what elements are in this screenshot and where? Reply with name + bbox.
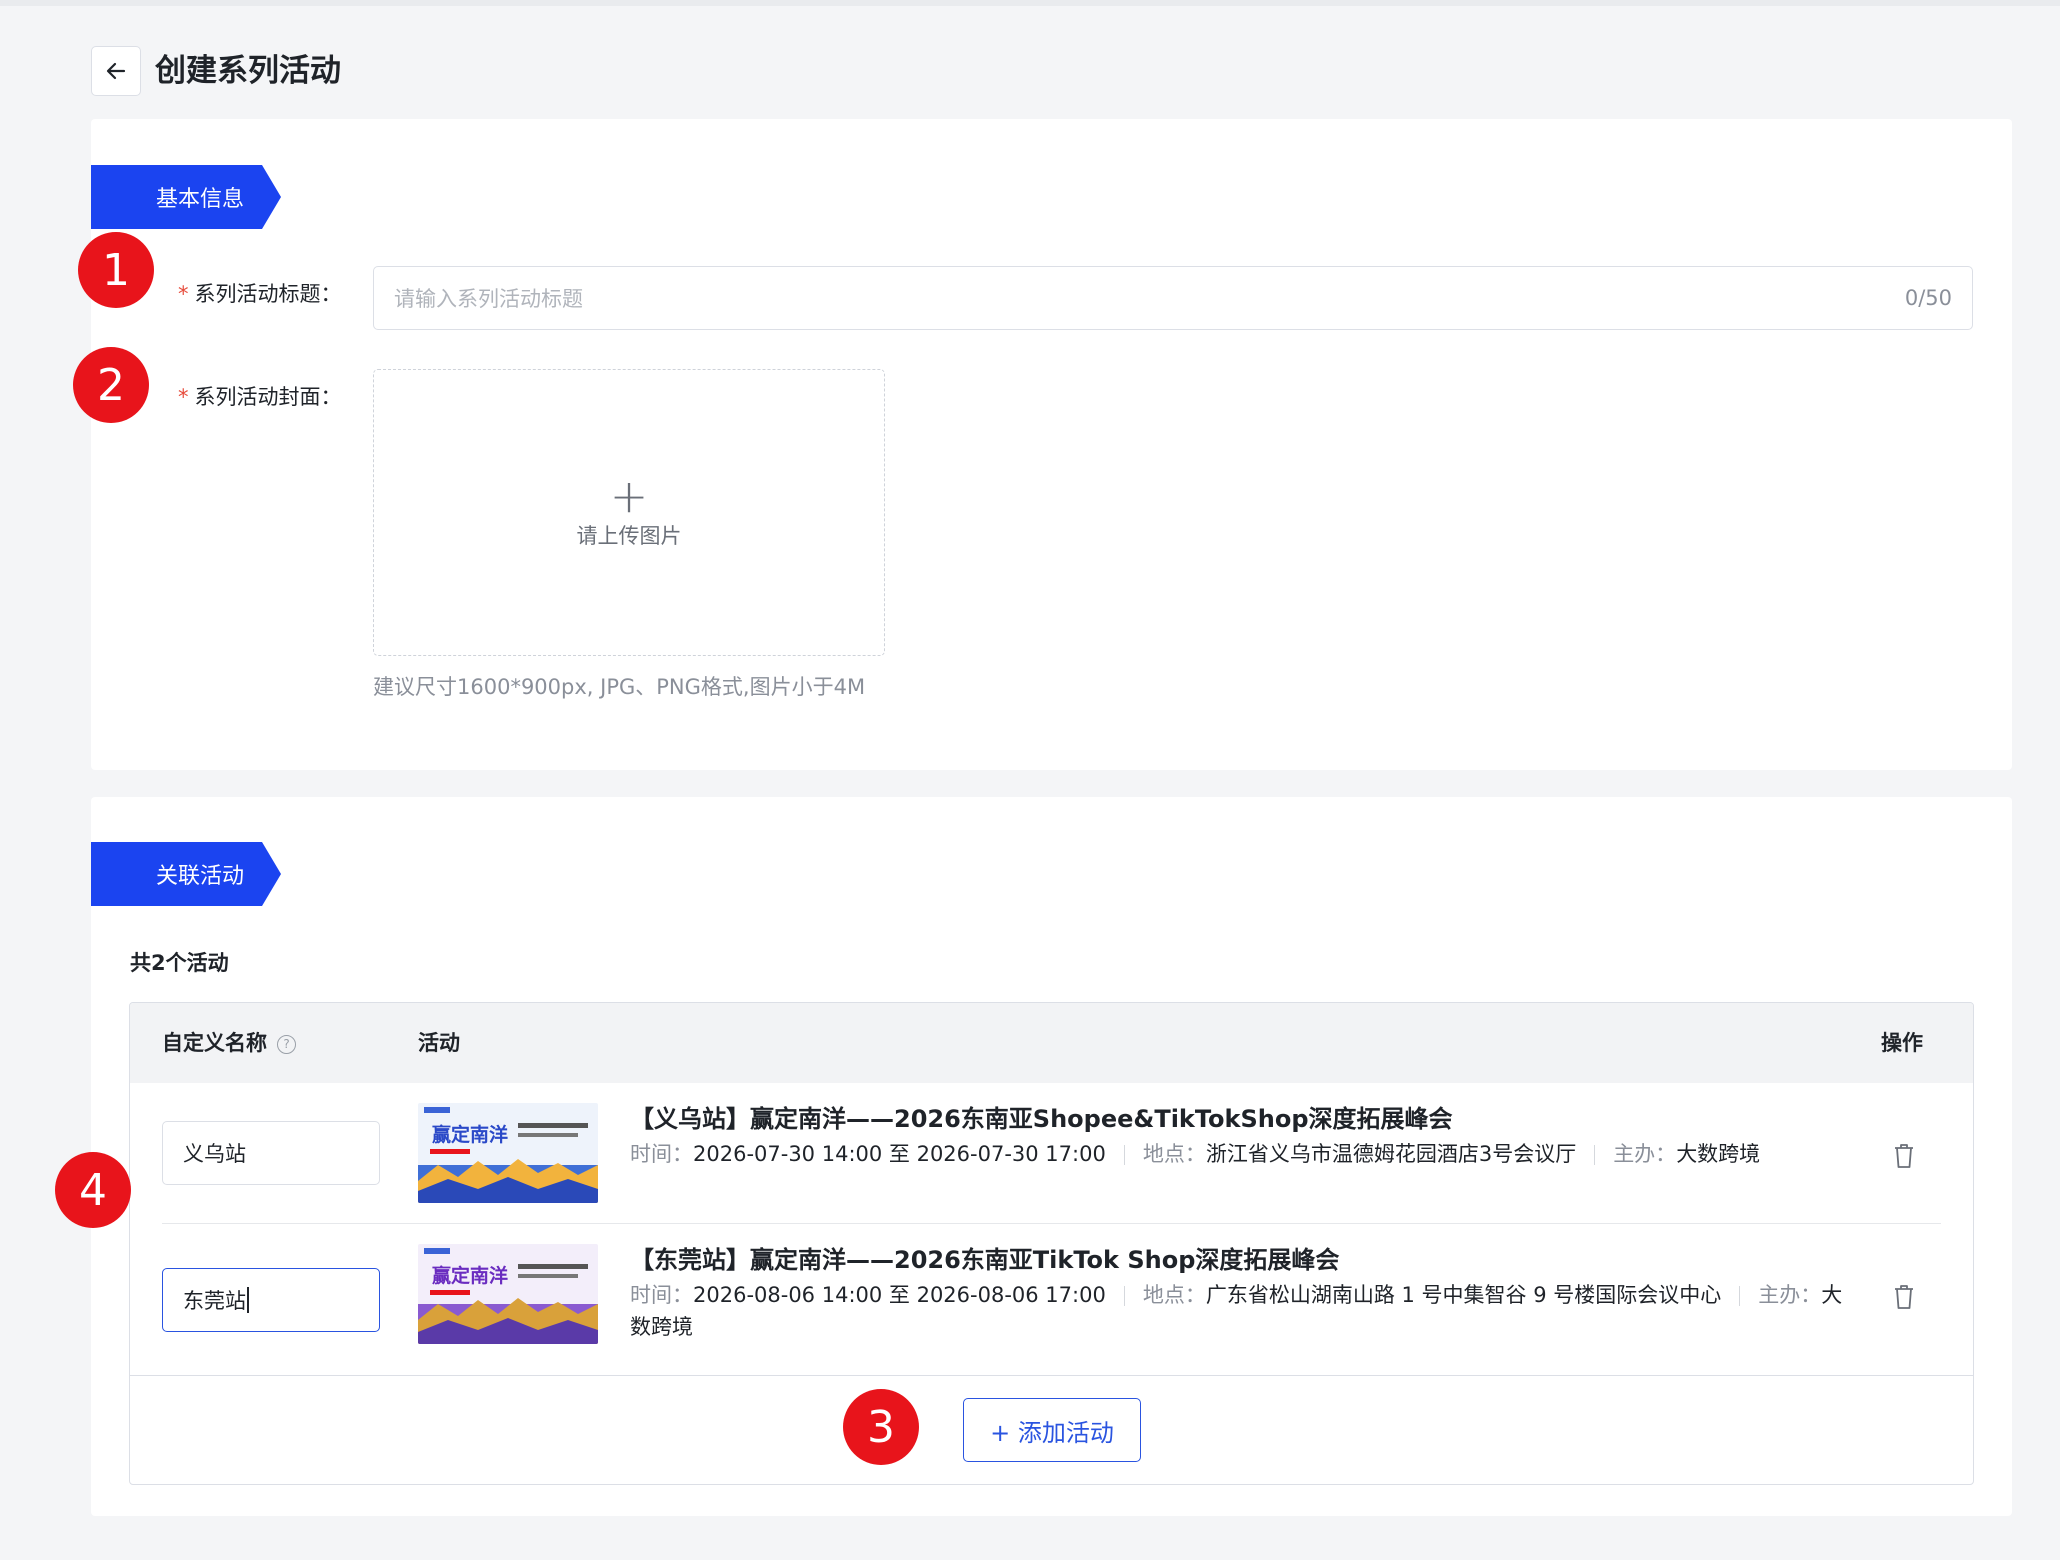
title-char-counter: 0/50: [1904, 286, 1952, 310]
table-row: 东莞站 赢定南洋 【东莞站】赢定南洋——2026东南亚TikTok Shop深度…: [130, 1224, 1973, 1375]
column-header-action: 操作: [1881, 1031, 1923, 1055]
svg-text:赢定南洋: 赢定南洋: [432, 1123, 508, 1146]
activity-thumbnail: 赢定南洋: [418, 1244, 598, 1344]
custom-name-input[interactable]: 东莞站: [162, 1268, 380, 1332]
custom-name-input[interactable]: 义乌站: [162, 1121, 380, 1185]
activity-title[interactable]: 【义乌站】赢定南洋——2026东南亚Shopee&TikTokShop深度拓展峰…: [630, 1099, 1453, 1134]
table-row: 义乌站 赢定南洋 【义乌站】赢定南洋——2026东南亚Shopee&TikTok…: [130, 1083, 1973, 1223]
table-footer-divider: [130, 1375, 1973, 1376]
activity-meta: 时间：2026-08-06 14:00 至 2026-08-06 17:00 地点…: [630, 1283, 1843, 1339]
basic-info-card: 基本信息 * 系列活动标题： 请输入系列活动标题 0/50 * 系列活动封面： + …: [91, 119, 2012, 770]
activity-count: 共2个活动: [130, 951, 229, 975]
cover-upload-box[interactable]: + 请上传图片: [373, 369, 885, 656]
activity-table: 自定义名称? 活动 操作 义乌站 赢定南洋 【义乌站】赢定南洋——2026东南亚…: [129, 1002, 1974, 1485]
top-border: [0, 0, 2060, 6]
cover-field-label: * 系列活动封面：: [178, 385, 342, 409]
title-field-label: * 系列活动标题：: [178, 282, 342, 306]
required-mark: *: [178, 282, 189, 306]
related-activities-card: 关联活动 共2个活动 自定义名称? 活动 操作 义乌站 赢定南洋 【义乌站】赢定…: [91, 797, 2012, 1516]
plus-icon: +: [609, 468, 649, 523]
annotation-badge-2: 2: [73, 347, 149, 423]
arrow-left-icon: [106, 62, 126, 80]
annotation-badge-1: 1: [78, 232, 154, 308]
activity-title[interactable]: 【东莞站】赢定南洋——2026东南亚TikTok Shop深度拓展峰会: [630, 1240, 1339, 1275]
add-activity-button[interactable]: + 添加活动: [963, 1398, 1141, 1462]
back-button[interactable]: [91, 46, 141, 96]
section-tag-basic-info: 基本信息: [91, 165, 281, 229]
help-icon[interactable]: ?: [277, 1034, 296, 1054]
series-title-input[interactable]: 请输入系列活动标题 0/50: [373, 266, 1973, 330]
upload-text: 请上传图片: [576, 523, 682, 548]
section-tag-related: 关联活动: [91, 842, 281, 906]
trash-icon[interactable]: [1893, 1143, 1915, 1169]
annotation-badge-3: 3: [843, 1389, 919, 1465]
required-mark: *: [178, 385, 189, 409]
text-caret: [247, 1287, 249, 1313]
trash-icon[interactable]: [1893, 1284, 1915, 1310]
activity-meta: 时间：2026-07-30 14:00 至 2026-07-30 17:00 地点…: [630, 1142, 1761, 1166]
annotation-badge-4: 4: [55, 1152, 131, 1228]
activity-thumbnail: 赢定南洋: [418, 1103, 598, 1203]
page-title: 创建系列活动: [155, 53, 341, 89]
table-header: 自定义名称? 活动 操作: [130, 1003, 1973, 1083]
svg-text:赢定南洋: 赢定南洋: [432, 1264, 508, 1287]
column-header-activity: 活动: [418, 1031, 460, 1055]
title-input-placeholder: 请输入系列活动标题: [394, 287, 583, 311]
upload-hint: 建议尺寸1600*900px, JPG、PNG格式,图片小于4M: [373, 675, 866, 699]
column-header-name: 自定义名称?: [162, 1003, 296, 1083]
